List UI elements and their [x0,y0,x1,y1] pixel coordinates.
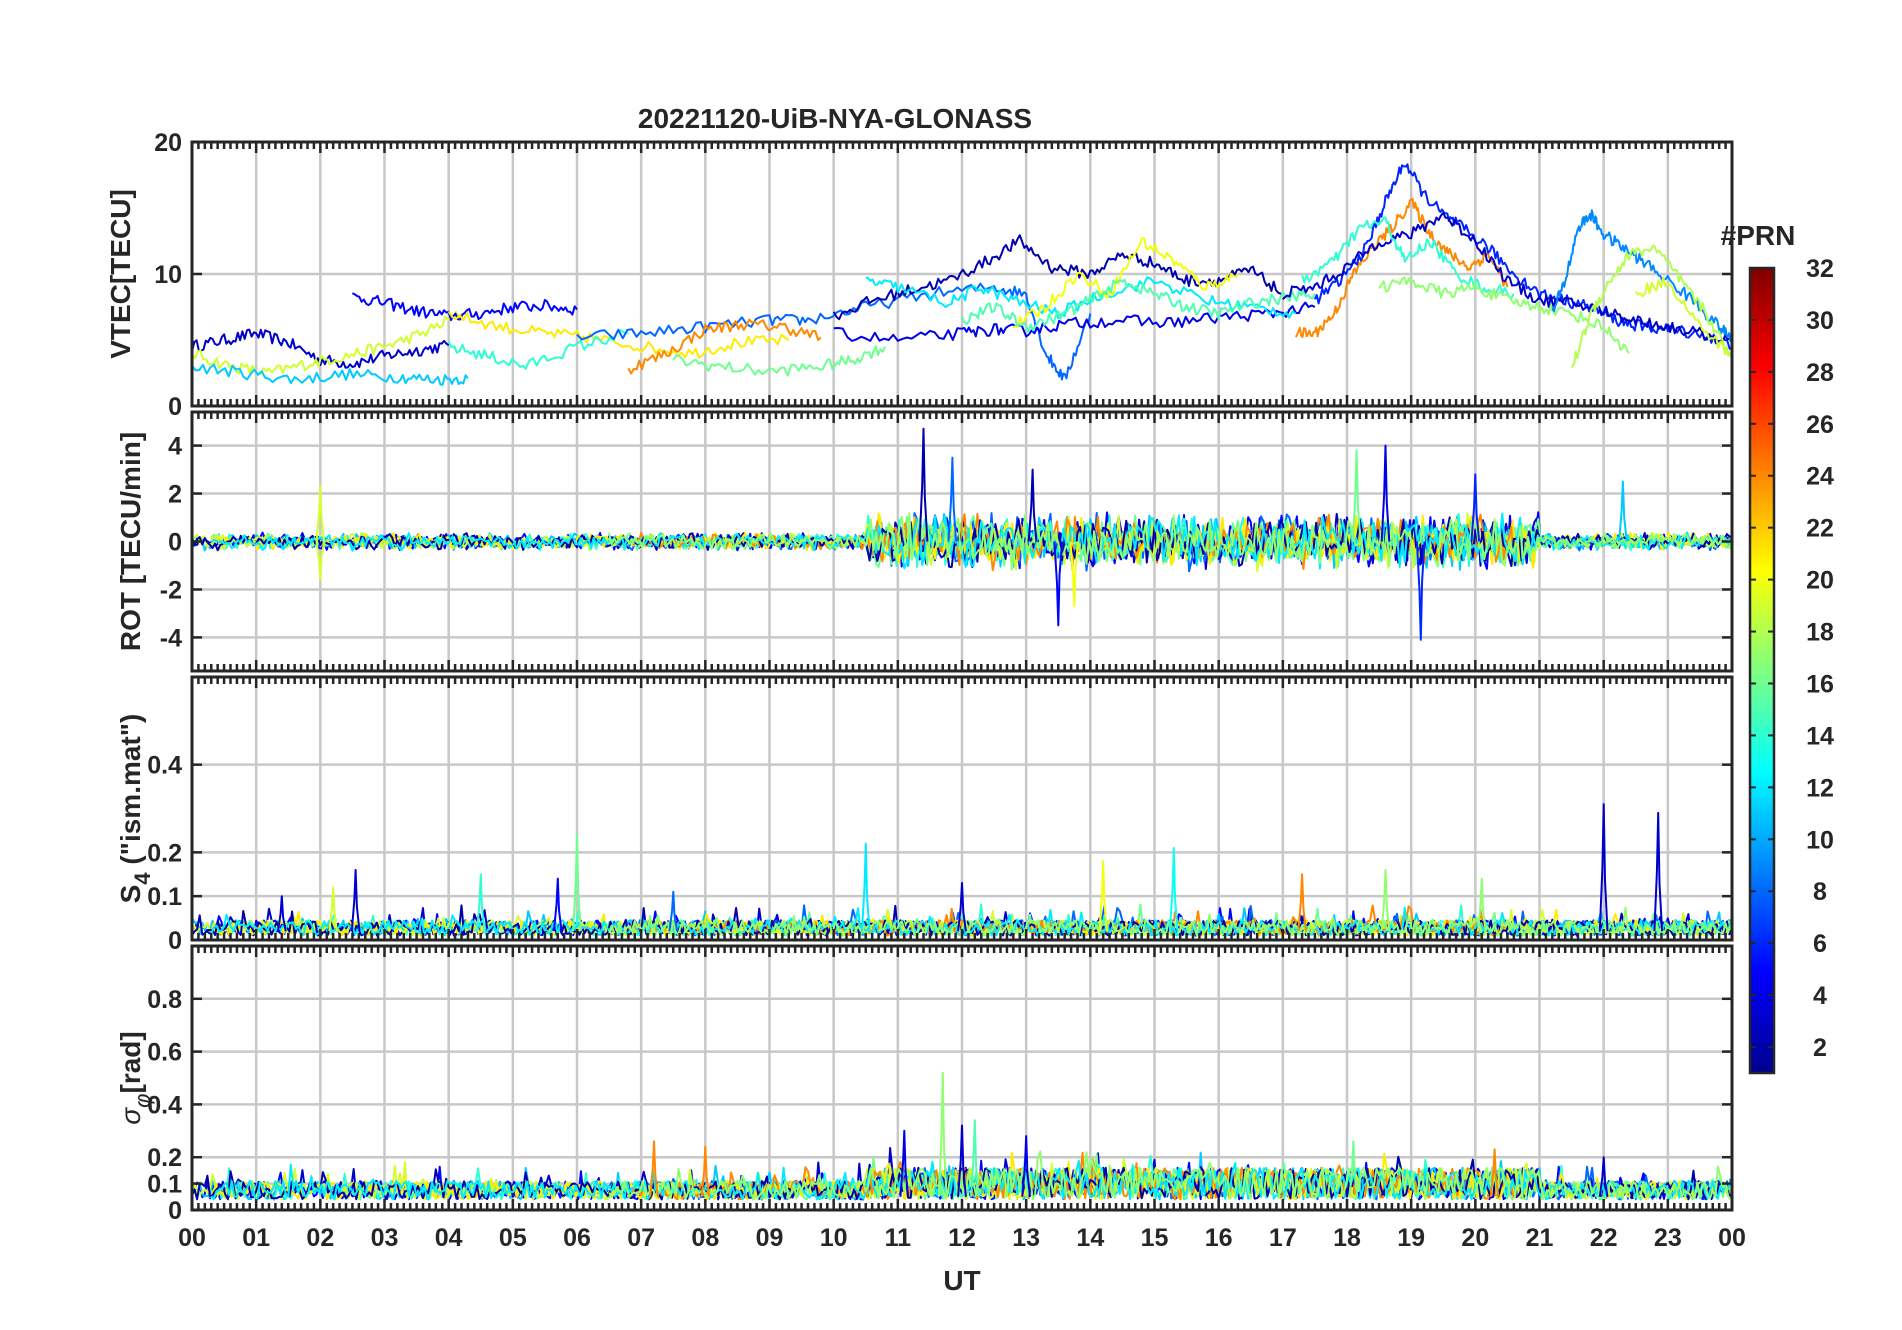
y-tick-label: 10 [154,261,182,289]
y-axis-label-rot: ROT [TECU/min] [115,432,146,651]
y-tick-label: 0.1 [147,883,182,911]
y-tick-label: 4 [168,433,182,461]
y-tick-label: -2 [160,576,182,604]
colorbar-tick-label: 32 [1806,255,1834,283]
colorbar-tick-label: 2 [1813,1034,1827,1062]
x-tick-label: 14 [1076,1224,1104,1252]
colorbar-tick-label: 24 [1806,463,1834,491]
y-tick-label: 0.4 [147,752,182,780]
y-tick-label: 0 [168,927,182,955]
x-tick-label: 02 [306,1224,334,1252]
x-tick-label: 03 [371,1224,399,1252]
figure: 20221120-UiB-NYA-GLONASS 01020VTEC[TECU]… [105,103,1834,1296]
x-tick-label: 10 [820,1224,848,1252]
colorbar-tick-label: 28 [1806,359,1834,387]
x-tick-label: 15 [1141,1224,1169,1252]
x-tick-label: 20 [1461,1224,1489,1252]
colorbar-label: #PRN [1721,220,1796,251]
x-tick-label: 12 [948,1224,976,1252]
colorbar-tick-label: 8 [1813,878,1827,906]
s4-spike-prn-3 [1653,811,1664,932]
s4-spike-prn-5 [552,877,563,932]
x-tick-label: 18 [1333,1224,1361,1252]
y-axis-label-vtec: VTEC[TECU] [105,189,136,359]
colorbar-tick-label: 6 [1813,930,1827,958]
rot-spike-prn-11 [1618,480,1628,542]
colorbar-tick-label: 20 [1806,567,1834,595]
x-tick-label: 04 [435,1224,463,1252]
x-tick-label: 05 [499,1224,527,1252]
y-tick-label: -4 [160,624,182,652]
colorbar-tick-label: 26 [1806,411,1834,439]
colorbar-tick-label: 30 [1806,307,1834,335]
y-tick-label: 0.1 [147,1171,182,1199]
vtec-series-prn-18 [1570,244,1733,369]
s4-spike-prn-12 [860,842,871,932]
x-tick-label: 00 [1718,1224,1746,1252]
x-tick-label: 22 [1590,1224,1618,1252]
panel-vtec: 0 10 20 VTEC[TECU] [105,129,1734,421]
x-axis-tick-labels: 00 01 02 03 04 05 06 07 08 09 10 11 12 13 14 15 16 17 18 19… [178,1224,1746,1252]
colorbar-tick-label: 14 [1806,722,1834,750]
colorbar-tick-label: 22 [1806,515,1834,543]
colorbar-tick-label: 4 [1813,982,1827,1010]
colorbar-gradient [1748,266,1776,1075]
y-tick-label: 0.2 [147,1144,182,1172]
y-tick-label: 0.8 [147,986,182,1014]
colorbar-tick-label: 16 [1806,670,1834,698]
x-tick-label: 11 [885,1224,912,1252]
x-tick-label: 07 [627,1224,655,1252]
x-tick-label: 23 [1654,1224,1682,1252]
x-tick-label: 00 [178,1224,206,1252]
vtec-series-prn-4 [833,301,1316,342]
vtec-series-prn-11 [191,363,469,386]
vtec-series-prn-21 [447,310,790,359]
panel-rot: -4 -2 0 2 4 ROT [TECU/min] [115,410,1734,673]
y-axis-label-s4: S4 ("ism.mat") [115,714,155,904]
y-tick-label: 0 [168,1197,182,1225]
vtec-series-prn-6 [1313,163,1733,350]
colorbar-tick-label: 12 [1806,774,1834,802]
colorbar: #PRN 2468101214161820222426283032 [1721,220,1834,1075]
x-tick-label: 08 [691,1224,719,1252]
x-tick-label: 17 [1269,1224,1297,1252]
y-tick-label: 20 [154,129,182,157]
y-tick-label: 0 [168,529,182,557]
colorbar-tick-label: 10 [1806,826,1834,854]
colorbar-tick-label: 18 [1806,619,1834,647]
y-tick-label: 2 [168,481,182,509]
vtec-series-prn-14 [1301,216,1515,299]
x-axis-label: UT [943,1265,980,1296]
x-tick-label: 01 [242,1224,270,1252]
y-tick-label: 0.2 [147,839,182,867]
x-tick-label: 16 [1205,1224,1233,1252]
panels: 01020VTEC[TECU]-4-2024ROT [TECU/min]00.1… [105,129,1734,1225]
x-tick-label: 06 [563,1224,591,1252]
figure-title: 20221120-UiB-NYA-GLONASS [638,103,1032,134]
x-tick-label: 21 [1526,1224,1554,1252]
panel-sigma_phi: 00.10.20.40.60.8σφ[rad] [115,944,1734,1225]
panel-s4: 0 0.1 0.2 0.4S4 ("ism.mat") [115,675,1734,955]
y-tick-label: 0 [168,393,182,421]
x-tick-label: 19 [1397,1224,1425,1252]
y-tick-label: 0.6 [147,1039,182,1067]
vtec-series-prn-14 [447,329,629,370]
x-tick-label: 13 [1012,1224,1040,1252]
vtec-series-prn-2 [832,234,1283,321]
x-tick-label: 09 [756,1224,784,1252]
